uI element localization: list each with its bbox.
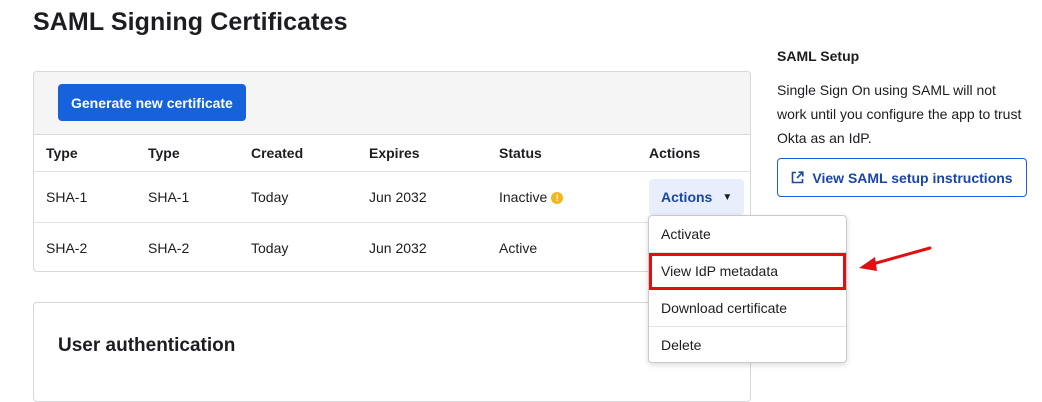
column-header-actions: Actions xyxy=(637,135,750,172)
menu-item-activate[interactable]: Activate xyxy=(649,216,846,253)
cell-created: Today xyxy=(239,171,357,223)
cell-type: SHA-2 xyxy=(46,240,88,256)
user-authentication-panel: User authentication xyxy=(33,302,751,402)
warning-icon: ! xyxy=(551,192,564,205)
column-header-created: Created xyxy=(239,135,357,172)
actions-dropdown-menu: Activate View IdP metadata Download cert… xyxy=(648,215,847,363)
generate-certificate-button[interactable]: Generate new certificate xyxy=(58,84,246,121)
cell-type-2: SHA-2 xyxy=(148,240,190,256)
external-link-icon xyxy=(792,171,805,184)
column-header-status: Status xyxy=(487,135,637,172)
cell-expires: Jun 2032 xyxy=(369,240,427,256)
cell-type-2: SHA-1 xyxy=(136,171,239,223)
cell-type: SHA-1 xyxy=(34,171,136,223)
actions-dropdown-button[interactable]: Actions ▼ xyxy=(649,179,745,215)
column-header-expires: Expires xyxy=(357,135,487,172)
table-row: SHA-2 SHA-2 Today Jun 2032 Active xyxy=(34,223,750,272)
view-saml-setup-instructions-label: View SAML setup instructions xyxy=(812,169,1013,186)
table-header-row: Type Type Created Expires Status Actions xyxy=(34,135,750,172)
status-text: Inactive xyxy=(499,189,548,205)
column-header-type-2: Type xyxy=(136,135,239,172)
user-authentication-title: User authentication xyxy=(58,335,236,356)
table-row: SHA-1 SHA-1 Today Jun 2032 Inactive! Act… xyxy=(34,171,750,223)
view-saml-setup-instructions-button[interactable]: View SAML setup instructions xyxy=(777,158,1027,197)
actions-button-label: Actions xyxy=(661,189,713,205)
menu-item-download-certificate[interactable]: Download certificate xyxy=(649,290,846,327)
red-arrow-annotation xyxy=(859,246,932,271)
caret-down-icon: ▼ xyxy=(722,191,733,203)
certificates-panel: Generate new certificate Type Type Creat… xyxy=(33,71,751,272)
menu-item-delete[interactable]: Delete xyxy=(649,327,846,364)
column-header-type: Type xyxy=(34,135,136,172)
page-title: SAML Signing Certificates xyxy=(33,8,348,36)
cell-status: Inactive! xyxy=(487,171,637,223)
certificates-table: Type Type Created Expires Status Actions… xyxy=(34,135,750,272)
saml-setup-title: SAML Setup xyxy=(777,48,860,64)
cell-status: Active xyxy=(499,240,538,256)
menu-item-view-idp-metadata[interactable]: View IdP metadata xyxy=(649,253,846,290)
saml-setup-description: Single Sign On using SAML will not work … xyxy=(777,82,1022,146)
cell-expires: Jun 2032 xyxy=(357,171,487,223)
cell-created: Today xyxy=(251,240,289,256)
certificates-toolbar: Generate new certificate xyxy=(34,72,750,135)
